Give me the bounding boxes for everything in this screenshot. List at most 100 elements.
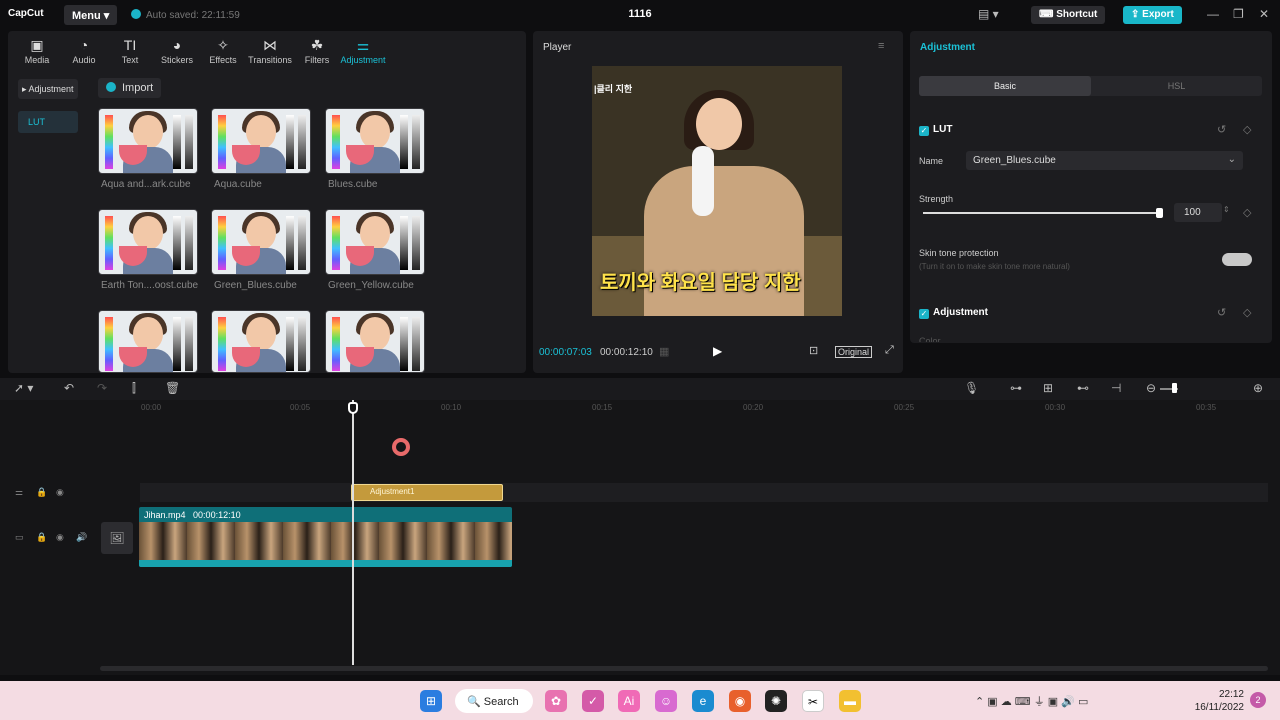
video-clip[interactable]: Jihan.mp4 00:00:12:10	[139, 507, 512, 567]
taskbar-clock[interactable]: 22:12 16/11/2022	[1195, 688, 1244, 714]
export-label: Export	[1142, 9, 1174, 20]
zoom-out-icon[interactable]: ⊖	[1146, 381, 1156, 395]
adjustment-clip[interactable]: Adjustment1	[351, 484, 503, 501]
lut-thumbnail[interactable]	[211, 108, 311, 174]
playhead[interactable]	[352, 400, 354, 665]
speaker-icon[interactable]: 🔊	[76, 532, 87, 543]
eye-icon[interactable]: ◉	[56, 532, 64, 543]
snap-icon[interactable]: ⊞	[1043, 381, 1053, 395]
undo-icon[interactable]: ↶	[64, 381, 74, 395]
import-button[interactable]: Import	[98, 78, 162, 98]
tab-hsl[interactable]: HSL	[1091, 76, 1262, 96]
shortcut-button[interactable]: ⌨ Shortcut	[1031, 6, 1106, 24]
ratio-button[interactable]: Original	[835, 346, 873, 358]
redo-icon[interactable]: ↷	[97, 381, 107, 395]
reset-icon[interactable]: ↺	[1217, 123, 1226, 136]
lut-name-select[interactable]: Green_Blues.cube ⌄	[966, 151, 1243, 170]
screenshot-icon[interactable]: ⊡	[809, 344, 818, 357]
eye-icon[interactable]: ◉	[56, 487, 64, 498]
timecode-grid-icon[interactable]: ▦	[659, 345, 669, 358]
maximize-icon[interactable]: ❐	[1233, 7, 1244, 21]
lut-thumbnail[interactable]	[98, 310, 198, 373]
lut-thumbnail[interactable]	[211, 310, 311, 373]
timeline-toolbar: ➚ ▾ ↶ ↷ ⫿ 🗑 🎙 ⊶ ⊞ ⊷ ⊣ ⊖ ⊕	[0, 378, 1280, 400]
app-icon[interactable]: ✿	[545, 690, 567, 712]
ai-app-icon[interactable]: Ai	[618, 690, 640, 712]
lut-thumbnail[interactable]	[211, 209, 311, 275]
notification-icon[interactable]: 2	[1250, 692, 1266, 708]
select-cursor-icon[interactable]: ➚ ▾	[14, 381, 33, 395]
tab-text[interactable]: TI Text	[107, 35, 153, 65]
split-icon[interactable]: ⫿	[132, 381, 136, 396]
adjustment-checkbox[interactable]: ✓	[919, 309, 929, 319]
stepper-icon[interactable]: ⇕	[1223, 205, 1230, 214]
strength-input[interactable]: 100	[1174, 203, 1222, 222]
keyframe-icon[interactable]: ◇	[1243, 206, 1251, 219]
play-icon[interactable]: ▶	[713, 344, 722, 358]
zoom-slider-handle[interactable]	[1172, 383, 1177, 393]
strength-slider-handle[interactable]	[1156, 208, 1163, 218]
edge-icon[interactable]: e	[692, 690, 714, 712]
keyframe-icon[interactable]: ◇	[1243, 123, 1251, 136]
capcut-taskbar-icon[interactable]: ✂	[802, 690, 824, 712]
export-button[interactable]: ⇪ Export	[1123, 6, 1182, 24]
sidebar-item-adjustment[interactable]: ▸ Adjustment	[18, 79, 78, 99]
keyframe-icon[interactable]: ◇	[1243, 306, 1251, 319]
menu-button[interactable]: Menu ▾	[64, 5, 118, 25]
app-icon[interactable]: ◉	[729, 690, 751, 712]
layout-icon[interactable]: ▤ ▾	[978, 7, 999, 21]
zoom-in-icon[interactable]: ⊕	[1253, 381, 1263, 395]
delete-icon[interactable]: 🗑	[165, 381, 180, 395]
clip-header: Jihan.mp4 00:00:12:10	[144, 510, 241, 520]
lut-thumbnail[interactable]	[98, 209, 198, 275]
cover-button[interactable]: 🖼	[101, 522, 133, 554]
microphone-icon[interactable]: 🎙	[964, 381, 979, 395]
sidebar-item-lut[interactable]: LUT	[18, 111, 78, 133]
color-label: Color	[919, 336, 941, 342]
system-tray-icons[interactable]: ⌃ ▣ ☁ ⌨ ⏚ ▣ 🔊 ▭	[975, 693, 1088, 709]
reset-icon[interactable]: ↺	[1217, 306, 1226, 319]
video-preview[interactable]: |클리 지한 토끼와 화요일 담당 지한	[592, 66, 842, 316]
adjustment-track[interactable]	[140, 483, 1268, 502]
app-icon[interactable]: ✺	[765, 690, 787, 712]
skin-tone-toggle[interactable]	[1222, 253, 1252, 266]
lut-thumbnail[interactable]	[325, 108, 425, 174]
sticker-icon: ◕	[172, 37, 182, 53]
time-ruler[interactable]: 00:00 00:05 00:10 00:15 00:20 00:25 00:3…	[0, 400, 1280, 418]
file-explorer-icon[interactable]: ▬	[839, 690, 861, 712]
lut-thumbnail[interactable]	[325, 209, 425, 275]
fullscreen-icon[interactable]: ⤢	[885, 344, 894, 357]
sidebar-label: LUT	[28, 117, 46, 127]
text-icon: TI	[123, 37, 137, 53]
link-icon[interactable]: ⊶	[1010, 381, 1022, 395]
tab-adjustment[interactable]: ⚌ Adjustment	[340, 35, 386, 65]
tab-media[interactable]: ▣ Media	[14, 35, 60, 65]
tab-transitions[interactable]: ⋈ Transitions	[247, 35, 293, 65]
lock-icon[interactable]: 🔒	[36, 532, 47, 543]
app-icon[interactable]: ✓	[582, 690, 604, 712]
windows-start-icon[interactable]: ⊞	[420, 690, 442, 712]
cursor-highlight	[392, 438, 410, 456]
minimize-icon[interactable]: —	[1207, 7, 1219, 21]
timeline[interactable]: 00:00 00:05 00:10 00:15 00:20 00:25 00:3…	[0, 400, 1280, 675]
tab-effects[interactable]: ✧ Effects	[200, 35, 246, 65]
preview-axis-icon[interactable]: ⊣	[1111, 381, 1121, 395]
chain-icon[interactable]: ⊷	[1077, 381, 1089, 395]
strength-slider[interactable]	[923, 212, 1159, 214]
adjustment-section-title: Adjustment	[933, 307, 988, 318]
close-icon[interactable]: ✕	[1259, 7, 1269, 21]
lut-thumbnail[interactable]	[98, 108, 198, 174]
tab-filters[interactable]: ☘ Filters	[294, 35, 340, 65]
hamburger-icon[interactable]: ≡	[878, 40, 884, 52]
timeline-scrollbar[interactable]	[100, 666, 1268, 671]
caption-top: |클리 지한	[594, 84, 633, 94]
taskbar-search[interactable]: 🔍 Search	[455, 689, 533, 713]
tab-audio[interactable]: ◔ Audio	[61, 35, 107, 65]
playhead-handle[interactable]	[348, 402, 358, 414]
tab-basic[interactable]: Basic	[919, 76, 1091, 96]
lut-checkbox[interactable]: ✓	[919, 126, 929, 136]
lock-icon[interactable]: 🔒	[36, 487, 47, 498]
tab-stickers[interactable]: ◕ Stickers	[154, 35, 200, 65]
lut-thumbnail[interactable]	[325, 310, 425, 373]
discord-icon[interactable]: ☺	[655, 690, 677, 712]
